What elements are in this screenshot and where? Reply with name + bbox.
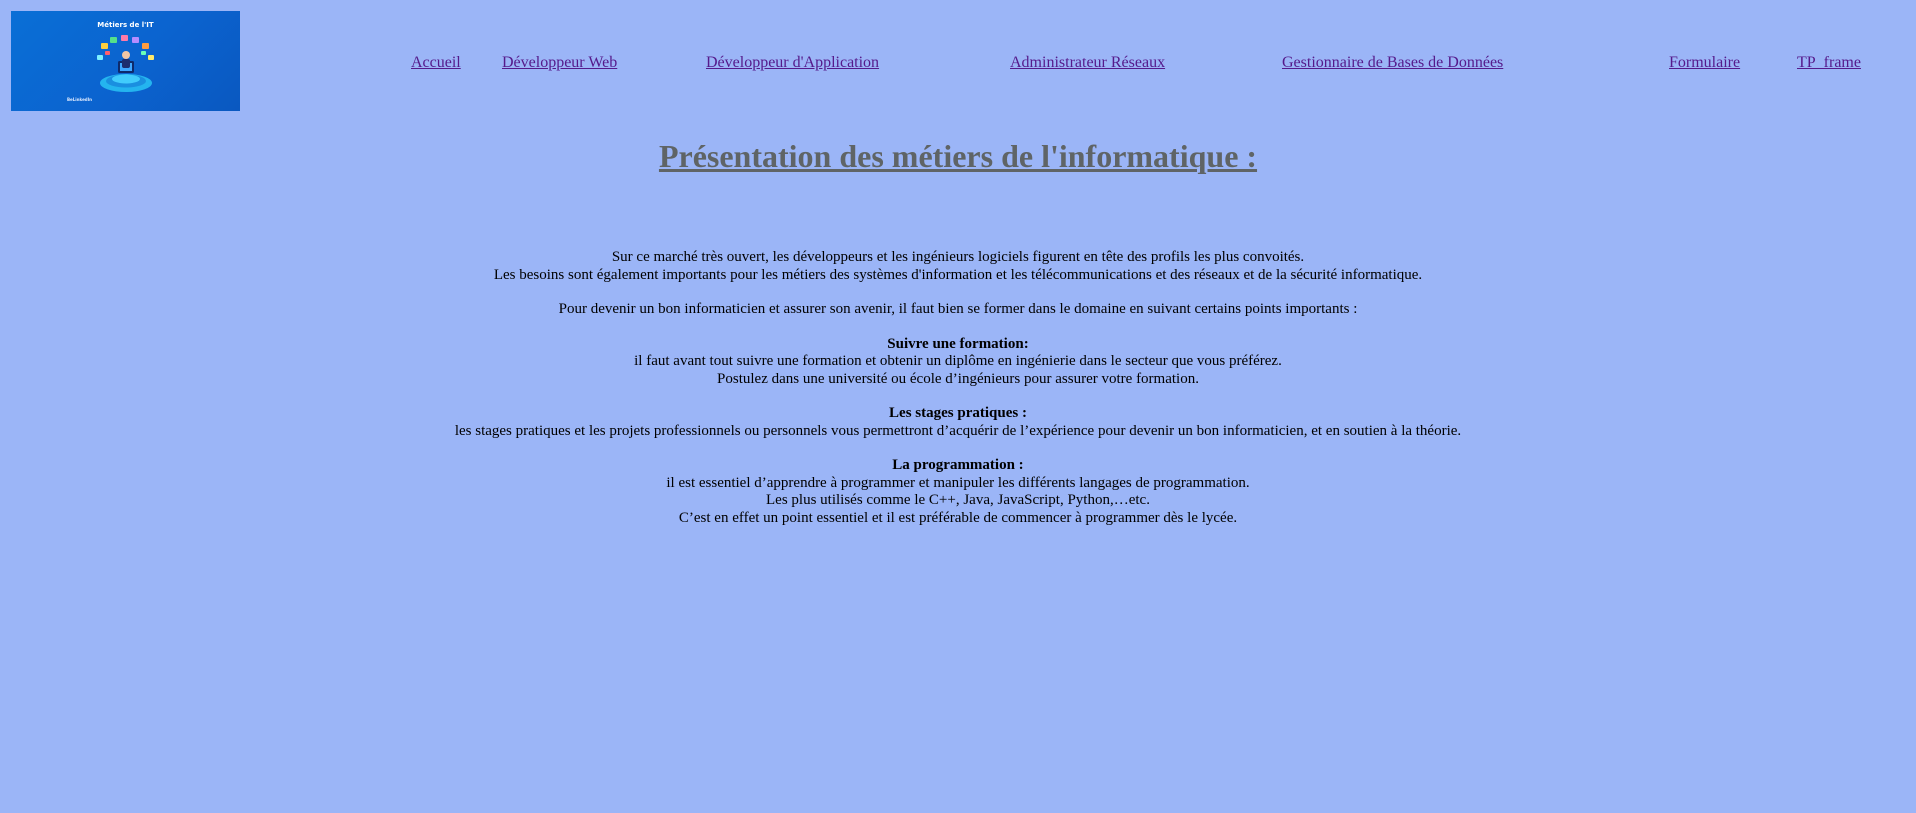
- section-stages-title: Les stages pratiques :: [889, 405, 1027, 421]
- page: Métiers de l'IT BeLinkedIn Accueil Dével…: [0, 0, 1916, 813]
- it-illustration-icon: [97, 35, 154, 92]
- main-content: Sur ce marché très ouvert, les développe…: [0, 249, 1916, 527]
- nav-link-tp-frame[interactable]: TP_frame: [1797, 54, 1861, 72]
- section-programmation: La programmation : il est essentiel d’ap…: [65, 457, 1851, 527]
- logo-brand: BeLinkedIn: [67, 97, 92, 102]
- nav-link-formulaire[interactable]: Formulaire: [1669, 54, 1740, 72]
- section-formation: Suivre une formation: il faut avant tout…: [65, 336, 1851, 389]
- section-formation-title: Suivre une formation:: [887, 335, 1029, 352]
- nav-link-accueil[interactable]: Accueil: [411, 54, 461, 72]
- page-title: Présentation des métiers de l'informatiq…: [658, 138, 1258, 174]
- intro-line-2: Les besoins sont également importants po…: [493, 266, 1423, 283]
- section-programmation-title: La programmation :: [892, 457, 1024, 473]
- section-programmation-line-1: il est essentiel d’apprendre à programme…: [666, 474, 1250, 491]
- nav-link-developpeur-web[interactable]: Développeur Web: [502, 54, 617, 72]
- section-formation-line-1: il faut avant tout suivre une formation …: [634, 353, 1282, 369]
- section-stages-line-1: les stages pratiques et les projets prof…: [454, 422, 1462, 439]
- site-logo-banner: Métiers de l'IT BeLinkedIn: [11, 11, 240, 111]
- intro-line-3: Pour devenir un bon informaticien et ass…: [558, 301, 1358, 317]
- section-programmation-line-2: Les plus utilisés comme le C++, Java, Ja…: [766, 492, 1150, 508]
- intro-line-1: Sur ce marché très ouvert, les développe…: [611, 249, 1305, 265]
- section-formation-line-2: Postulez dans une université ou école d’…: [717, 370, 1199, 387]
- nav-link-developpeur-application[interactable]: Développeur d'Application: [706, 54, 879, 72]
- section-programmation-line-3: C’est en effet un point essentiel et il …: [678, 509, 1238, 526]
- section-stages: Les stages pratiques : les stages pratiq…: [65, 405, 1851, 440]
- logo-title: Métiers de l'IT: [97, 21, 154, 29]
- nav-link-gestionnaire-bdd[interactable]: Gestionnaire de Bases de Données: [1282, 54, 1503, 72]
- nav-link-administrateur-reseaux[interactable]: Administrateur Réseaux: [1010, 54, 1165, 72]
